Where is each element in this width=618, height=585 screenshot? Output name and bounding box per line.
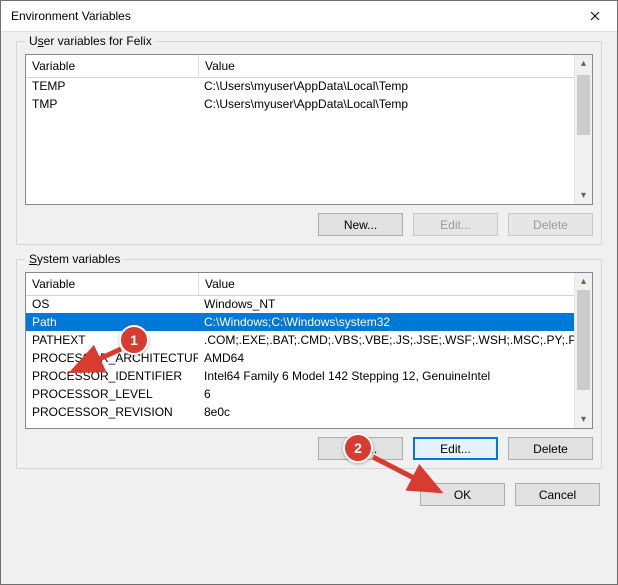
dialog-content: User variables for Felix Variable Value … xyxy=(1,31,617,584)
table-row[interactable]: OSWindows_NT xyxy=(26,295,575,313)
scroll-thumb[interactable] xyxy=(577,290,590,390)
cell-value: Intel64 Family 6 Model 142 Stepping 12, … xyxy=(198,369,575,383)
callout-1: 1 xyxy=(119,325,149,355)
user-variables-group: User variables for Felix Variable Value … xyxy=(16,41,602,245)
table-row[interactable]: PROCESSOR_ARCHITECTUREAMD64 xyxy=(26,349,575,367)
dialog-bottom-buttons: OK Cancel xyxy=(16,483,602,506)
scrollbar[interactable]: ▴ ▾ xyxy=(574,55,592,204)
cell-variable: PROCESSOR_ARCHITECTURE xyxy=(26,351,198,365)
user-buttons-row: New... Edit... Delete xyxy=(25,213,593,236)
user-delete-button[interactable]: Delete xyxy=(508,213,593,236)
system-variables-list[interactable]: Variable Value OSWindows_NTPathC:\Window… xyxy=(25,272,593,429)
table-row[interactable]: PathC:\Windows;C:\Windows\system32 xyxy=(26,313,575,331)
callout-2: 2 xyxy=(343,433,373,463)
cell-variable: Path xyxy=(26,315,198,329)
system-variables-label: System variables xyxy=(25,252,124,266)
column-header-value[interactable]: Value xyxy=(199,273,592,295)
cell-variable: TMP xyxy=(26,97,198,111)
cell-value: Windows_NT xyxy=(198,297,575,311)
cell-value: 8e0c xyxy=(198,405,575,419)
system-variables-group: System variables Variable Value OSWindow… xyxy=(16,259,602,469)
user-list-header: Variable Value xyxy=(26,55,592,78)
cell-value: 6 xyxy=(198,387,575,401)
system-edit-button[interactable]: Edit... xyxy=(413,437,498,460)
cell-variable: PROCESSOR_REVISION xyxy=(26,405,198,419)
table-row[interactable]: PROCESSOR_LEVEL6 xyxy=(26,385,575,403)
user-variables-list[interactable]: Variable Value TEMPC:\Users\myuser\AppDa… xyxy=(25,54,593,205)
cancel-button[interactable]: Cancel xyxy=(515,483,600,506)
system-list-header: Variable Value xyxy=(26,273,592,296)
cell-value: C:\Users\myuser\AppData\Local\Temp xyxy=(198,97,575,111)
system-delete-button[interactable]: Delete xyxy=(508,437,593,460)
system-list-body: OSWindows_NTPathC:\Windows;C:\Windows\sy… xyxy=(26,295,575,428)
column-header-variable[interactable]: Variable xyxy=(26,273,199,295)
scroll-down-icon[interactable]: ▾ xyxy=(575,187,592,204)
scroll-up-icon[interactable]: ▴ xyxy=(575,273,592,290)
user-variables-label: User variables for Felix xyxy=(25,34,156,48)
ok-button[interactable]: OK xyxy=(420,483,505,506)
user-edit-button[interactable]: Edit... xyxy=(413,213,498,236)
env-vars-dialog: Environment Variables User variables for… xyxy=(0,0,618,585)
user-new-button[interactable]: New... xyxy=(318,213,403,236)
close-icon xyxy=(590,11,600,21)
column-header-variable[interactable]: Variable xyxy=(26,55,199,77)
cell-variable: PROCESSOR_IDENTIFIER xyxy=(26,369,198,383)
scroll-thumb[interactable] xyxy=(577,75,590,135)
cell-variable: TEMP xyxy=(26,79,198,93)
table-row[interactable]: TMPC:\Users\myuser\AppData\Local\Temp xyxy=(26,95,575,113)
cell-value: C:\Windows;C:\Windows\system32 xyxy=(198,315,575,329)
user-list-body: TEMPC:\Users\myuser\AppData\Local\TempTM… xyxy=(26,77,575,204)
scroll-up-icon[interactable]: ▴ xyxy=(575,55,592,72)
window-title: Environment Variables xyxy=(11,9,131,23)
system-buttons-row: New... Edit... Delete xyxy=(25,437,593,460)
scroll-down-icon[interactable]: ▾ xyxy=(575,411,592,428)
cell-variable: PROCESSOR_LEVEL xyxy=(26,387,198,401)
table-row[interactable]: PATHEXT.COM;.EXE;.BAT;.CMD;.VBS;.VBE;.JS… xyxy=(26,331,575,349)
scrollbar[interactable]: ▴ ▾ xyxy=(574,273,592,428)
cell-variable: OS xyxy=(26,297,198,311)
table-row[interactable]: PROCESSOR_IDENTIFIERIntel64 Family 6 Mod… xyxy=(26,367,575,385)
cell-value: AMD64 xyxy=(198,351,575,365)
table-row[interactable]: TEMPC:\Users\myuser\AppData\Local\Temp xyxy=(26,77,575,95)
cell-variable: PATHEXT xyxy=(26,333,198,347)
table-row[interactable]: PROCESSOR_REVISION8e0c xyxy=(26,403,575,421)
column-header-value[interactable]: Value xyxy=(199,55,592,77)
titlebar: Environment Variables xyxy=(1,1,617,32)
cell-value: C:\Users\myuser\AppData\Local\Temp xyxy=(198,79,575,93)
close-button[interactable] xyxy=(572,1,617,31)
cell-value: .COM;.EXE;.BAT;.CMD;.VBS;.VBE;.JS;.JSE;.… xyxy=(198,333,575,347)
